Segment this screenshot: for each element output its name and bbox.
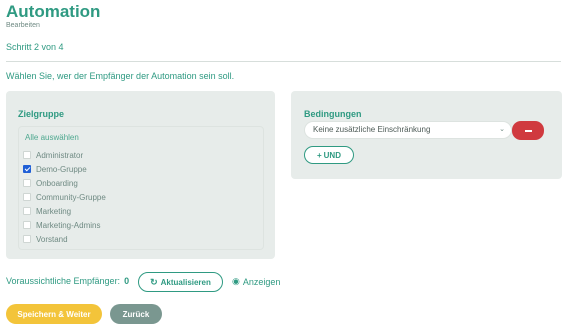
checkbox[interactable]: [23, 221, 31, 229]
group-option-label: Community-Gruppe: [36, 192, 106, 202]
group-option-label: Administrator: [36, 150, 84, 160]
eye-icon: ◉: [232, 276, 240, 286]
divider: [6, 61, 561, 62]
group-option-label: Vorstand: [36, 234, 68, 244]
checkbox-checked[interactable]: [23, 165, 31, 173]
add-and-condition-button[interactable]: + UND: [304, 146, 354, 164]
group-option-label: Onboarding: [36, 178, 78, 188]
intro-text: Wählen Sie, wer der Empfänger der Automa…: [6, 71, 235, 81]
refresh-label: Aktualisieren: [160, 277, 211, 287]
group-option-label: Marketing-Admins: [36, 220, 101, 230]
group-option-demo-gruppe[interactable]: Demo-Gruppe: [23, 163, 87, 175]
group-option-label: Demo-Gruppe: [36, 164, 87, 174]
group-option-community-gruppe[interactable]: Community-Gruppe: [23, 191, 106, 203]
checkbox[interactable]: [23, 193, 31, 201]
group-option-marketing-admins[interactable]: Marketing-Admins: [23, 219, 100, 231]
back-button[interactable]: Zurück: [110, 304, 162, 324]
target-group-panel: Zielgruppe Alle auswählen Administrator …: [6, 91, 275, 259]
group-option-onboarding[interactable]: Onboarding: [23, 177, 78, 189]
show-label: Anzeigen: [242, 276, 281, 287]
plus-icon: +: [316, 150, 322, 160]
recipients-label: Voraussichtliche Empfänger:: [6, 276, 121, 286]
condition-select-value: Keine zusätzliche Einschränkung: [313, 125, 431, 134]
step-indicator: Schritt 2 von 4: [6, 42, 64, 52]
target-group-heading: Zielgruppe: [18, 109, 65, 119]
checkbox[interactable]: [23, 151, 31, 159]
save-continue-button[interactable]: Speichern & Weiter: [6, 304, 102, 324]
group-option-marketing[interactable]: Marketing: [23, 205, 71, 217]
page-title: Automation: [6, 2, 101, 21]
checkbox[interactable]: [23, 235, 31, 243]
estimated-recipients: Voraussichtliche Empfänger: 0: [6, 276, 129, 286]
select-all-link[interactable]: Alle auswählen: [25, 133, 79, 142]
refresh-button[interactable]: ↻ Aktualisieren: [138, 272, 223, 292]
checkbox[interactable]: [23, 179, 31, 187]
conditions-heading: Bedingungen: [304, 109, 362, 119]
minus-icon: [524, 129, 532, 132]
condition-select[interactable]: Keine zusätzliche Einschränkung ⌄: [304, 121, 512, 139]
recipients-count: 0: [124, 276, 130, 286]
refresh-icon: ↻: [150, 276, 158, 287]
target-group-list: Alle auswählen Administrator Demo-Gruppe…: [18, 126, 264, 250]
group-option-administrator[interactable]: Administrator: [23, 149, 83, 161]
page-subtitle: Bearbeiten: [6, 22, 40, 29]
add-and-label: UND: [323, 150, 341, 160]
group-option-vorstand[interactable]: Vorstand: [23, 233, 68, 245]
conditions-panel: Bedingungen Keine zusätzliche Einschränk…: [291, 91, 562, 179]
remove-condition-button[interactable]: [512, 121, 544, 140]
chevron-down-icon: ⌄: [499, 126, 505, 133]
checkbox[interactable]: [23, 207, 31, 215]
show-recipients-link[interactable]: ◉ Anzeigen: [232, 276, 280, 287]
group-option-label: Marketing: [36, 206, 72, 216]
